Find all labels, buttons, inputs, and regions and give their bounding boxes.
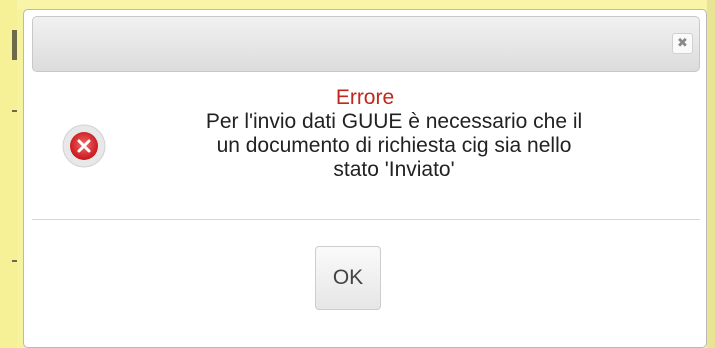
error-title: Errore xyxy=(335,86,395,109)
background-mark xyxy=(12,30,17,60)
background-strip-top xyxy=(0,0,715,9)
error-x-circle-icon xyxy=(60,122,108,170)
background-strip-left xyxy=(0,0,17,348)
background-mark xyxy=(12,110,17,112)
error-dialog: ✖ Errore Per l'invio dati GUUE è necessa… xyxy=(23,9,707,348)
error-message: Per l'invio dati GUUE è necessario che i… xyxy=(134,110,654,182)
error-message-line: Per l'invio dati GUUE è necessario che i… xyxy=(205,110,583,133)
background-mark xyxy=(12,260,17,262)
background-strip-right xyxy=(707,0,715,348)
dialog-titlebar: ✖ xyxy=(32,16,700,72)
dialog-divider xyxy=(32,219,700,220)
ok-button[interactable]: OK xyxy=(315,246,381,310)
dialog-content: Errore Per l'invio dati GUUE è necessari… xyxy=(24,72,706,222)
close-icon: ✖ xyxy=(677,36,688,51)
close-button[interactable]: ✖ xyxy=(672,33,693,54)
error-message-line: stato 'Inviato' xyxy=(333,158,455,181)
error-message-line: un documento di richiesta cig sia nello xyxy=(216,134,572,157)
